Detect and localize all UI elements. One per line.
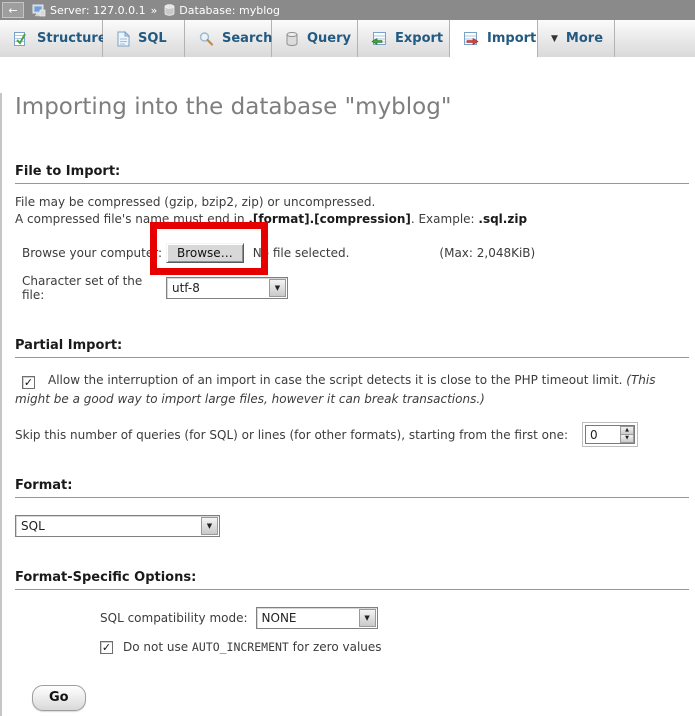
back-arrow-icon: ←	[8, 5, 17, 16]
auto-increment-row: ✓ Do not use AUTO_INCREMENT for zero val…	[100, 640, 689, 654]
compression-format-pattern: .[format].[compression]	[248, 212, 410, 226]
tab-query[interactable]: Query	[272, 20, 358, 57]
sql-compatibility-label: SQL compatibility mode:	[100, 611, 248, 625]
format-row: SQL ▼	[15, 515, 689, 537]
import-icon	[463, 31, 479, 47]
spinner-up-button[interactable]: ▲	[620, 426, 634, 435]
auto-increment-checkbox[interactable]: ✓	[100, 641, 113, 654]
dropdown-arrow-icon[interactable]: ▼	[269, 279, 286, 297]
tab-more[interactable]: ▼ More	[538, 20, 615, 57]
database-icon	[164, 4, 175, 16]
back-button[interactable]: ←	[2, 2, 24, 18]
browse-label: Browse your computer:	[22, 246, 166, 260]
format-select[interactable]: SQL ▼	[15, 515, 220, 537]
sql-compatibility-value: NONE	[257, 611, 359, 625]
skip-label: Skip this number of queries (for SQL) or…	[15, 428, 568, 442]
tab-label: More	[566, 31, 603, 46]
allow-interrupt-checkbox[interactable]: ✓	[22, 376, 35, 389]
skip-spinner: 0 ▲ ▼	[582, 422, 638, 447]
tab-bar-filler	[615, 20, 695, 57]
tab-label: SQL	[138, 31, 167, 46]
spinner-down-button[interactable]: ▼	[620, 435, 634, 443]
tab-import[interactable]: Import	[450, 20, 538, 57]
tab-structure[interactable]: Structure	[0, 20, 103, 57]
section-heading-file-to-import: File to Import:	[15, 164, 689, 184]
breadcrumb-bar: ← Server: 127.0.0.1 » Database: myblog	[0, 0, 695, 20]
search-icon	[198, 31, 214, 47]
section-heading-format-options: Format-Specific Options:	[15, 570, 689, 590]
section-heading-partial-import: Partial Import:	[15, 338, 689, 358]
tab-search[interactable]: Search	[185, 20, 272, 57]
allow-interrupt-text: Allow the interruption of an import in c…	[48, 373, 626, 387]
sql-icon	[116, 31, 130, 47]
browse-row: Browse your computer: Browse… No file se…	[22, 243, 689, 263]
chevron-down-icon: ▼	[551, 34, 558, 44]
tab-bar: Structure SQL Search Query Export Import…	[0, 20, 695, 57]
compression-note: File may be compressed (gzip, bzip2, zip…	[15, 194, 689, 228]
dropdown-arrow-icon[interactable]: ▼	[359, 609, 376, 627]
partial-import-option: ✓ Allow the interruption of an import in …	[15, 371, 687, 409]
breadcrumb-separator: »	[151, 4, 158, 17]
compression-line1: File may be compressed (gzip, bzip2, zip…	[15, 195, 375, 209]
checkmark-icon: ✓	[102, 641, 111, 654]
tab-label: Import	[487, 31, 536, 46]
compression-line2-mid: . Example:	[411, 212, 479, 226]
spinner-buttons: ▲ ▼	[620, 426, 634, 443]
no-file-selected-text: No file selected.	[253, 246, 350, 260]
compression-example: .sql.zip	[478, 212, 527, 226]
tab-export[interactable]: Export	[358, 20, 450, 57]
dropdown-arrow-icon[interactable]: ▼	[201, 517, 218, 535]
checkmark-icon: ✓	[24, 376, 33, 389]
skip-number-input[interactable]: 0 ▲ ▼	[585, 425, 635, 444]
tab-label: Export	[395, 31, 443, 46]
charset-select[interactable]: utf-8 ▼	[166, 277, 288, 299]
format-select-value: SQL	[16, 519, 201, 533]
auto-increment-label: Do not use AUTO_INCREMENT for zero value…	[123, 640, 382, 654]
server-icon	[32, 4, 46, 17]
breadcrumb-server[interactable]: Server: 127.0.0.1	[50, 4, 146, 17]
charset-select-value: utf-8	[167, 281, 269, 295]
main-content: Importing into the database "myblog" Fil…	[0, 93, 695, 716]
max-size-note: (Max: 2,048KiB)	[439, 246, 535, 260]
sql-compatibility-select[interactable]: NONE ▼	[256, 607, 378, 629]
export-icon	[371, 31, 387, 47]
tab-sql[interactable]: SQL	[103, 20, 185, 57]
charset-row: Character set of the file: utf-8 ▼	[22, 274, 689, 302]
skip-row: Skip this number of queries (for SQL) or…	[15, 422, 689, 447]
skip-value: 0	[586, 426, 620, 443]
charset-label: Character set of the file:	[22, 274, 166, 302]
tab-label: Structure	[37, 31, 107, 46]
tab-label: Query	[307, 31, 351, 46]
compression-line2-prefix: A compressed file's name must end in	[15, 212, 248, 226]
browse-button[interactable]: Browse…	[166, 243, 244, 263]
go-button[interactable]: Go	[32, 685, 86, 711]
page-title: Importing into the database "myblog"	[15, 93, 689, 121]
sql-compatibility-row: SQL compatibility mode: NONE ▼	[100, 607, 689, 629]
breadcrumb-database[interactable]: Database: myblog	[179, 4, 280, 17]
structure-icon	[13, 31, 29, 47]
auto-increment-code: AUTO_INCREMENT	[192, 640, 289, 654]
tab-label: Search	[222, 31, 272, 46]
section-heading-format: Format:	[15, 478, 689, 498]
query-icon	[285, 31, 299, 47]
